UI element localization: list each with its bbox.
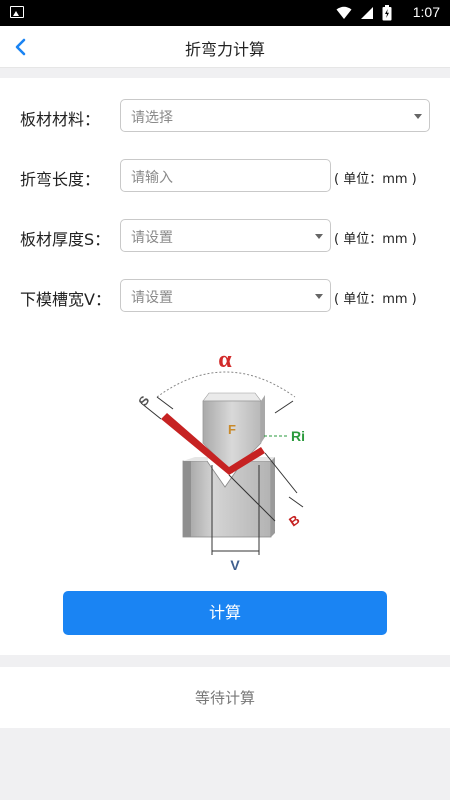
gallery-icon <box>10 6 24 18</box>
result-text: 等待计算 <box>194 689 255 707</box>
nav-bar: 折弯力计算 <box>0 26 450 68</box>
page-title: 折弯力计算 <box>184 40 265 59</box>
material-select[interactable]: 请选择 <box>120 99 430 132</box>
dropdown-arrow-icon <box>414 114 422 119</box>
system-icons <box>336 5 392 21</box>
die-width-select[interactable]: 请设置 <box>120 279 331 312</box>
b-dimension-line <box>288 496 304 508</box>
result-card: 等待计算 <box>0 667 450 728</box>
die-width-unit: ( 单位：mm ) <box>334 292 417 307</box>
thickness-select[interactable]: 请设置 <box>120 219 331 252</box>
length-label: 折弯长度： <box>20 170 101 189</box>
die-width-label: 下模槽宽V： <box>20 290 111 309</box>
length-input[interactable]: 请输入 <box>120 159 331 192</box>
material-label: 板材材料： <box>20 110 101 129</box>
length-placeholder: 请输入 <box>131 170 173 186</box>
die-width-placeholder: 请设置 <box>131 290 173 306</box>
alpha-label: α <box>218 347 232 373</box>
v-label: V <box>230 557 240 573</box>
calculate-button[interactable]: 计算 <box>63 591 387 635</box>
battery-icon <box>382 5 392 21</box>
angle-ray-left <box>156 396 174 410</box>
dropdown-arrow-icon <box>315 294 323 299</box>
thickness-unit: ( 单位：mm ) <box>334 232 417 247</box>
thickness-placeholder: 请设置 <box>131 230 173 246</box>
b-label: B <box>286 512 302 530</box>
bending-diagram: α S F Ri B V <box>135 347 305 573</box>
thickness-label: 板材厚度S： <box>20 230 111 249</box>
s-label: S <box>135 393 152 409</box>
wifi-icon <box>336 6 352 19</box>
status-bar: 1:07 <box>0 0 450 26</box>
signal-icon <box>361 7 373 19</box>
status-time: 1:07 <box>412 4 440 20</box>
material-placeholder: 请选择 <box>131 110 173 126</box>
length-unit: ( 单位：mm ) <box>334 172 417 187</box>
f-label: F <box>228 422 236 437</box>
ri-label: Ri <box>291 428 305 444</box>
dropdown-arrow-icon <box>315 234 323 239</box>
angle-ray-right <box>274 400 294 414</box>
